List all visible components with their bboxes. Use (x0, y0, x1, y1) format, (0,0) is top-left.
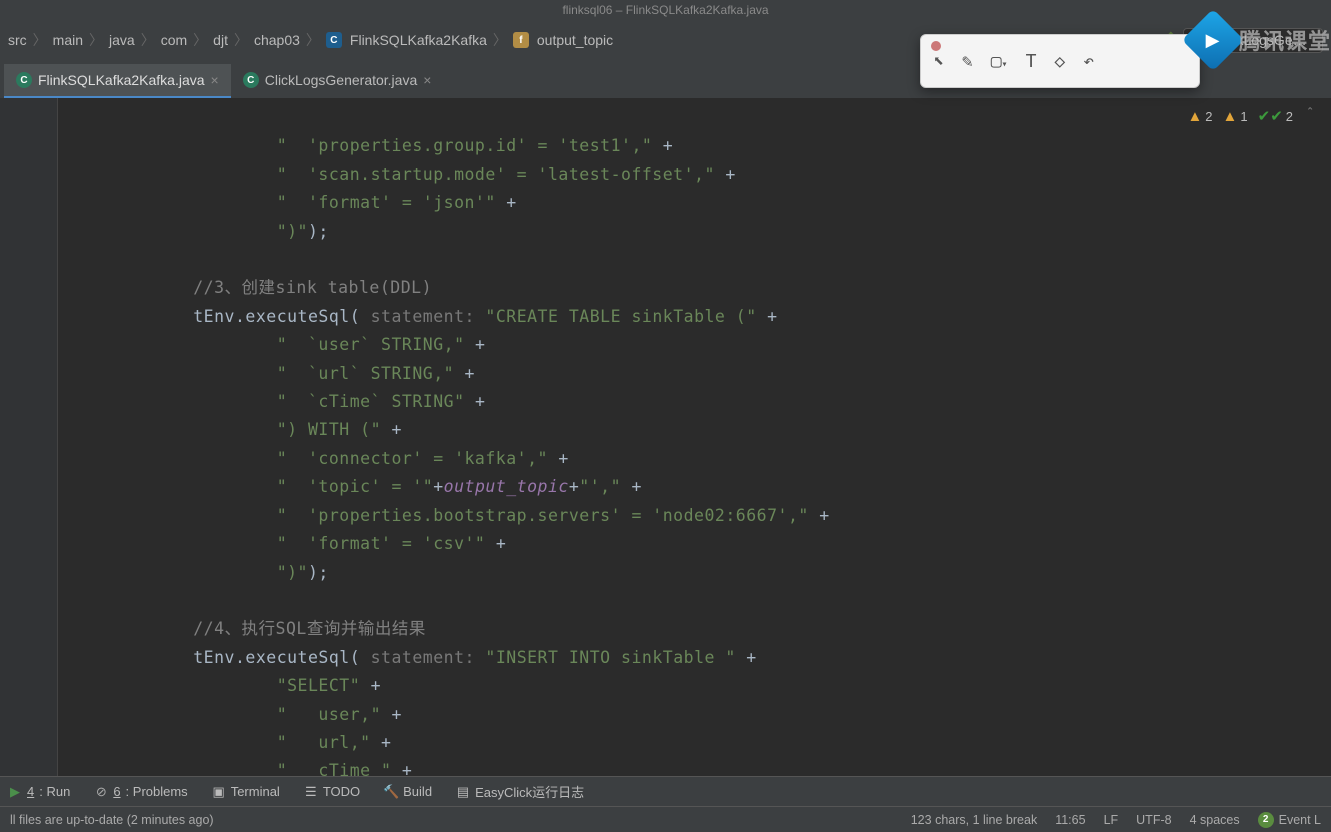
breadcrumb-chap03[interactable]: chap03 (254, 32, 300, 48)
log-icon: ▤ (456, 785, 470, 799)
breadcrumb-src[interactable]: src (8, 32, 27, 48)
event-badge: 2 (1258, 812, 1274, 828)
window-title: flinksql06 – FlinkSQLKafka2Kafka.java (562, 3, 768, 17)
typo-count: 2 (1286, 109, 1293, 124)
status-encoding[interactable]: UTF-8 (1136, 813, 1171, 827)
chevron-right-icon: 〉 (33, 30, 47, 50)
tool-run[interactable]: ▶ 4: Run (8, 784, 70, 799)
tab-label: FlinkSQLKafka2Kafka.java (38, 72, 205, 88)
status-message: ll files are up-to-date (2 minutes ago) (10, 813, 214, 827)
text-icon[interactable]: T (1026, 51, 1037, 72)
tool-window-bar: ▶ 4: Run ⊘ 6: Problems ▣ Terminal ☰ TODO… (0, 776, 1331, 806)
brand-text: 腾讯课堂 (1239, 24, 1331, 56)
breadcrumb-com[interactable]: com (161, 32, 187, 48)
record-dot-icon (931, 41, 941, 51)
terminal-icon: ▣ (212, 785, 226, 799)
java-class-icon: C (16, 72, 32, 88)
close-icon[interactable]: × (211, 72, 219, 88)
breadcrumb-djt[interactable]: djt (213, 32, 228, 48)
pencil-icon[interactable]: ✎ (962, 51, 973, 72)
breadcrumb-main[interactable]: main (53, 32, 83, 48)
brand-watermark: ▶ 腾讯课堂 (1191, 18, 1331, 62)
breadcrumb-class[interactable]: FlinkSQLKafka2Kafka (350, 32, 487, 48)
class-icon: C (326, 32, 342, 48)
tab-clicklogsgenerator[interactable]: C ClickLogsGenerator.java × (231, 64, 444, 98)
breadcrumb-java[interactable]: java (109, 32, 135, 48)
warning-icon: ▲ (1187, 108, 1202, 125)
status-line-separator[interactable]: LF (1104, 813, 1119, 827)
eraser-icon[interactable]: ◇ (1054, 51, 1065, 72)
tool-terminal[interactable]: ▣ Terminal (212, 784, 280, 799)
chevron-right-icon: 〉 (89, 30, 103, 50)
tool-todo[interactable]: ☰ TODO (304, 784, 360, 799)
tool-problems[interactable]: ⊘ 6: Problems (94, 784, 187, 799)
code-content[interactable]: " 'properties.group.id' = 'test1'," + " … (58, 98, 1331, 776)
hammer-icon: 🔨 (384, 785, 398, 799)
inspection-widget[interactable]: ▲2 ▲1 ✔✔2 ＾ (1187, 106, 1317, 126)
tool-easyclick[interactable]: ▤ EasyClick运行日志 (456, 782, 584, 801)
checkmark-icon: ✔✔ (1258, 107, 1283, 125)
chevron-right-icon: 〉 (193, 30, 207, 50)
chevron-right-icon: 〉 (306, 30, 320, 50)
tab-flinksqlkafka2kafka[interactable]: C FlinkSQLKafka2Kafka.java × (4, 64, 231, 98)
java-class-icon: C (243, 72, 259, 88)
error-icon: ⊘ (94, 785, 108, 799)
status-caret[interactable]: 11:65 (1055, 813, 1085, 827)
chevron-right-icon: 〉 (234, 30, 248, 50)
status-indent[interactable]: 4 spaces (1190, 813, 1240, 827)
play-icon: ▶ (8, 785, 22, 799)
chevron-right-icon: 〉 (493, 30, 507, 50)
field-icon: f (513, 32, 529, 48)
play-diamond-icon: ▶ (1182, 9, 1244, 71)
chevron-right-icon: 〉 (141, 30, 155, 50)
warning-icon: ▲ (1223, 108, 1238, 125)
status-bar: ll files are up-to-date (2 minutes ago) … (0, 806, 1331, 832)
expand-icon[interactable]: ＾ (1303, 106, 1317, 126)
undo-icon[interactable]: ↶ (1083, 51, 1094, 72)
warning-count: 2 (1205, 109, 1212, 124)
close-icon[interactable]: × (423, 72, 431, 88)
editor-area[interactable]: " 'properties.group.id' = 'test1'," + " … (0, 98, 1331, 776)
status-selection: 123 chars, 1 line break (911, 813, 1037, 827)
cursor-icon[interactable]: ⬉ (933, 51, 944, 72)
annotation-toolbar[interactable]: ⬉ ✎ ▢▾ T ◇ ↶ (920, 34, 1200, 88)
tab-label: ClickLogsGenerator.java (265, 72, 418, 88)
tool-build[interactable]: 🔨 Build (384, 784, 432, 799)
list-icon: ☰ (304, 785, 318, 799)
rectangle-icon[interactable]: ▢▾ (991, 51, 1008, 72)
breadcrumb-field[interactable]: output_topic (537, 32, 613, 48)
event-log[interactable]: 2 Event L (1258, 812, 1321, 828)
editor-gutter[interactable] (0, 98, 58, 776)
weak-warning-count: 1 (1240, 109, 1247, 124)
window-titlebar: flinksql06 – FlinkSQLKafka2Kafka.java (0, 0, 1331, 20)
